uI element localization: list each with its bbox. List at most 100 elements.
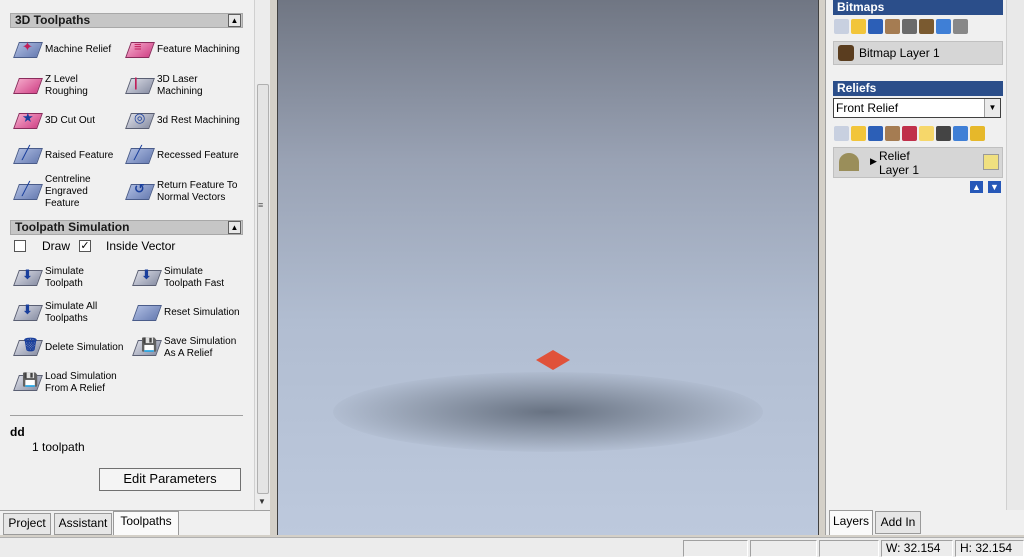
save-icon[interactable]	[868, 19, 883, 34]
raised-feature-button[interactable]: ╱ Raised Feature	[13, 141, 113, 171]
relief-select[interactable]: Front Relief ▼	[833, 98, 1001, 118]
rest-machining-label: 3d Rest Machining	[157, 115, 240, 126]
new-relief-icon[interactable]	[834, 126, 849, 141]
relief-layer-label: Relief Layer 1	[879, 149, 919, 177]
simulate-toolpath-icon: ⬇	[13, 264, 43, 292]
tab-project[interactable]: Project	[3, 513, 51, 535]
expand-arrow-icon[interactable]: ▶	[870, 156, 877, 167]
tab-add-in[interactable]: Add In	[875, 511, 921, 534]
shade-icon[interactable]	[902, 19, 917, 34]
machine-relief-button[interactable]: ✦ Machine Relief	[13, 35, 111, 65]
grip-icon: ≡	[258, 200, 264, 210]
raised-feature-icon: ╱	[13, 142, 43, 170]
feature-machining-button[interactable]: ≡ Feature Machining	[125, 35, 240, 65]
reset-simulation-button[interactable]: Reset Simulation	[132, 298, 240, 328]
z-level-roughing-button[interactable]: Z Level Roughing	[13, 71, 88, 101]
reset-simulation-icon	[132, 299, 162, 327]
cut-out-button[interactable]: ★ 3D Cut Out	[13, 106, 95, 136]
section-divider	[10, 415, 243, 416]
centreline-engraved-button[interactable]: ╱ Centreline Engraved Feature	[13, 174, 91, 209]
delete-relief-icon[interactable]	[953, 126, 968, 141]
bitmaps-title: Bitmaps	[837, 0, 885, 14]
edit-parameters-button[interactable]: Edit Parameters	[99, 468, 241, 491]
move-up-icon[interactable]: ▲	[970, 181, 983, 193]
light-bulb-toggle-icon[interactable]	[983, 154, 999, 170]
tab-layers[interactable]: Layers	[829, 510, 873, 535]
brush-icon[interactable]	[885, 19, 900, 34]
bitmaps-header[interactable]: Bitmaps ▲	[833, 0, 1020, 15]
save-simulation-button[interactable]: 💾 Save Simulation As A Relief	[132, 333, 236, 363]
laser-machining-label: 3D Laser Machining	[157, 74, 203, 97]
3d-toolpaths-header[interactable]: 3D Toolpaths ▲	[10, 13, 243, 28]
relief-model	[536, 350, 570, 370]
collapse-3d-toolpaths-button[interactable]: ▲	[228, 14, 241, 27]
relief-select-value: Front Relief	[836, 101, 899, 115]
collapse-simulation-button[interactable]: ▲	[228, 221, 241, 234]
draw-checkbox[interactable]	[14, 240, 26, 252]
relief-layer-label-line1: Relief	[879, 149, 910, 163]
reliefs-title: Reliefs	[837, 81, 877, 95]
save-relief-icon[interactable]	[868, 126, 883, 141]
machine-relief-label: Machine Relief	[45, 44, 112, 55]
recessed-feature-button[interactable]: ╱ Recessed Feature	[125, 141, 239, 171]
settings-icon[interactable]	[953, 19, 968, 34]
status-bar: W: 32.154 H: 32.154	[0, 537, 1024, 557]
bitmap-layer-row[interactable]: Bitmap Layer 1	[833, 41, 1003, 65]
bulbs-icon[interactable]	[970, 126, 985, 141]
simulate-all-button[interactable]: ⬇ Simulate All Toolpaths	[13, 298, 97, 328]
inside-vector-checkbox[interactable]: ✓	[79, 240, 91, 252]
bitmaps-toolbar	[834, 19, 968, 37]
open-relief-icon[interactable]	[851, 126, 866, 141]
z-level-roughing-label: Z Level Roughing	[45, 74, 88, 97]
raised-feature-label: Raised Feature	[45, 150, 114, 161]
rest-machining-button[interactable]: ◎ 3d Rest Machining	[125, 106, 240, 136]
delete-simulation-icon: 🗑	[13, 334, 43, 362]
open-folder-icon[interactable]	[851, 19, 866, 34]
toolpath-simulation-header[interactable]: Toolpath Simulation ▲	[10, 220, 243, 235]
reliefs-header[interactable]: Reliefs ▲	[833, 81, 1020, 96]
toolpath-name[interactable]: dd	[10, 425, 25, 439]
feature-machining-label: Feature Machining	[157, 44, 240, 55]
delete-icon[interactable]	[936, 19, 951, 34]
right-scrollbar[interactable]	[1006, 0, 1024, 510]
laser-machining-button[interactable]: | 3D Laser Machining	[125, 71, 203, 101]
move-down-icon[interactable]: ▼	[988, 181, 1001, 193]
save-simulation-label: Save Simulation As A Relief	[164, 336, 237, 359]
toolpath-simulation-title: Toolpath Simulation	[15, 220, 130, 234]
sculpt-icon[interactable]	[885, 126, 900, 141]
left-scrollbar-thumb[interactable]	[257, 84, 269, 494]
cut-out-icon: ★	[13, 107, 43, 135]
load-simulation-icon: 💾	[13, 369, 43, 397]
3d-viewport[interactable]	[277, 0, 819, 535]
machine-relief-icon: ✦	[13, 36, 43, 64]
status-cell-2	[750, 540, 817, 557]
new-bitmap-icon[interactable]	[834, 19, 849, 34]
simulate-toolpath-button[interactable]: ⬇ Simulate Toolpath	[13, 263, 84, 293]
tab-toolpaths[interactable]: Toolpaths	[113, 511, 179, 535]
light-bulb-icon[interactable]	[919, 126, 934, 141]
status-height: H: 32.154	[955, 540, 1024, 557]
simulate-fast-button[interactable]: ⬇ Simulate Toolpath Fast	[132, 263, 224, 293]
cut-out-label: 3D Cut Out	[45, 115, 96, 126]
toolpath-count: 1 toolpath	[32, 440, 85, 454]
recessed-feature-icon: ╱	[125, 142, 155, 170]
reliefs-toolbar	[834, 126, 985, 144]
z-level-roughing-icon	[13, 72, 43, 100]
left-scrollbar[interactable]: ≡ ▼	[254, 0, 270, 510]
simulate-toolpath-label: Simulate Toolpath	[45, 266, 84, 289]
delete-simulation-button[interactable]: 🗑 Delete Simulation	[13, 333, 123, 363]
image-icon[interactable]	[919, 19, 934, 34]
status-width: W: 32.154	[881, 540, 953, 557]
return-feature-button[interactable]: ↺ Return Feature To Normal Vectors	[125, 177, 237, 207]
relief-layer-row[interactable]: ▶ Relief Layer 1	[833, 147, 1003, 178]
return-feature-icon: ↺	[125, 178, 155, 206]
scroll-down-icon[interactable]: ▼	[258, 497, 266, 506]
laser-machining-icon: |	[125, 72, 155, 100]
load-simulation-button[interactable]: 💾 Load Simulation From A Relief	[13, 368, 117, 398]
chevron-down-icon[interactable]: ▼	[984, 99, 1000, 117]
load-simulation-label: Load Simulation From A Relief	[45, 371, 117, 394]
film-icon[interactable]	[936, 126, 951, 141]
tab-assistant[interactable]: Assistant	[54, 513, 112, 535]
rest-machining-icon: ◎	[125, 107, 155, 135]
relief-shape-icon[interactable]	[902, 126, 917, 141]
